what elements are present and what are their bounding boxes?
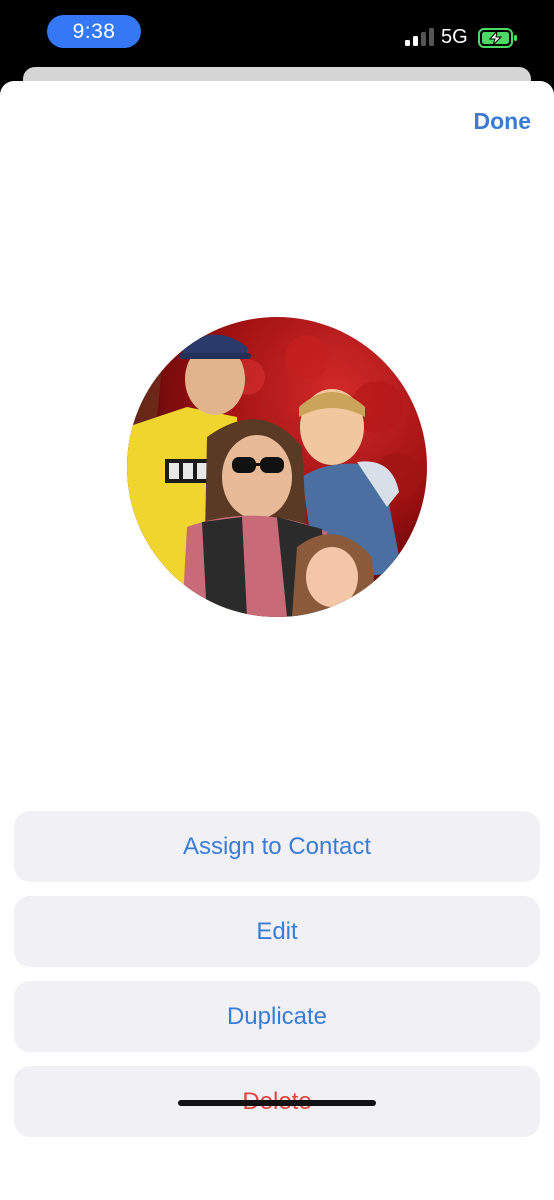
family-photo-image xyxy=(127,317,427,617)
done-button[interactable]: Done xyxy=(474,107,532,135)
home-indicator[interactable] xyxy=(178,1100,376,1106)
duplicate-button[interactable]: Duplicate xyxy=(14,981,540,1052)
edit-button[interactable]: Edit xyxy=(14,896,540,967)
assign-to-contact-button[interactable]: Assign to Contact xyxy=(14,811,540,882)
status-time[interactable]: 9:38 xyxy=(47,15,141,48)
network-type-label: 5G xyxy=(441,26,468,48)
battery-charging-icon xyxy=(478,28,517,48)
status-bar: 9:38 5G xyxy=(0,0,554,64)
cellular-signal-icon xyxy=(405,28,435,46)
contact-photo xyxy=(127,317,427,617)
